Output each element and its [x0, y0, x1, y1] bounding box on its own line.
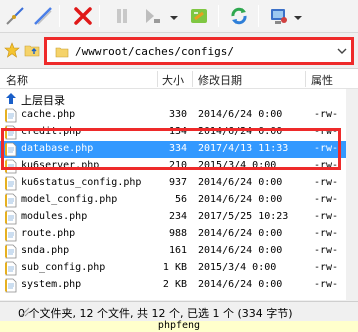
- file-size: 2 KB: [162, 279, 187, 290]
- file-name: ku6status_config.php: [21, 177, 142, 188]
- file-name: credit.php: [21, 126, 82, 137]
- file-size: 937: [168, 177, 187, 188]
- column-header-attributes[interactable]: 属性: [311, 72, 333, 88]
- file-modified-date: 2017/4/13 11:33: [198, 143, 289, 154]
- column-header-size[interactable]: 大小: [162, 72, 184, 88]
- file-name: snda.php: [21, 245, 70, 256]
- chevron-down-icon[interactable]: [170, 12, 178, 20]
- file-name: database.php: [21, 143, 94, 154]
- file-name: ku6server.php: [21, 160, 100, 171]
- file-name: route.php: [21, 228, 76, 239]
- file-name: modules.php: [21, 211, 88, 222]
- file-attributes: -rw-: [314, 245, 339, 256]
- toolbar: [0, 0, 358, 33]
- file-size: 234: [168, 211, 187, 222]
- file-name: 上层目录: [21, 94, 65, 107]
- file-name: system.php: [21, 279, 82, 290]
- footer-text: phpfeng: [157, 320, 201, 331]
- file-attributes: -rw-: [314, 228, 339, 239]
- list-header: 名称 大小 修改日期 属性: [0, 69, 358, 89]
- file-name: cache.php: [21, 109, 76, 120]
- vertical-scrollbar[interactable]: [346, 89, 358, 301]
- file-attributes: -rw-: [314, 126, 339, 137]
- file-row[interactable]: cache.php 330 2014/6/24 0:00 -rw-: [0, 107, 358, 124]
- file-modified-date: 2014/6/24 0:00: [198, 126, 283, 137]
- file-size: 56: [174, 194, 187, 205]
- file-attributes: -rw-: [314, 262, 339, 273]
- file-row[interactable]: route.php 988 2014/6/24 0:00 -rw-: [0, 226, 358, 243]
- connect-icon[interactable]: [30, 3, 56, 29]
- chevron-down-icon[interactable]: [337, 46, 347, 59]
- file-name: model_config.php: [21, 194, 118, 205]
- chevron-down-icon[interactable]: [294, 12, 302, 20]
- file-attributes: -rw-: [314, 194, 339, 205]
- file-attributes: -rw-: [314, 177, 339, 188]
- column-header-date[interactable]: 修改日期: [198, 72, 242, 88]
- folder-icon: [55, 45, 69, 62]
- file-attributes: -rw-: [314, 143, 339, 154]
- reload-icon[interactable]: [186, 3, 212, 29]
- disconnect-icon[interactable]: [2, 3, 28, 29]
- parent-directory-row[interactable]: 上层目录: [0, 90, 358, 107]
- file-list: 名称 大小 修改日期 属性 上层目录 cache.php 330 2014/6/24 …: [0, 68, 358, 301]
- file-modified-date: 2014/6/24 0:00: [198, 109, 283, 120]
- address-path-input[interactable]: [75, 44, 325, 59]
- footer-banner: phpfeng: [0, 320, 358, 332]
- resize-grip-icon[interactable]: [18, 305, 356, 320]
- file-modified-date: 2014/6/24 0:00: [198, 279, 283, 290]
- file-size: 161: [168, 245, 187, 256]
- file-attributes: -rw-: [314, 279, 339, 290]
- file-size: 988: [168, 228, 187, 239]
- file-row[interactable]: model_config.php 56 2014/6/24 0:00 -rw-: [0, 192, 358, 209]
- file-modified-date: 2014/6/24 0:00: [198, 177, 283, 188]
- file-name: sub_config.php: [21, 262, 106, 273]
- file-modified-date: 2015/3/4 0:00: [198, 160, 277, 171]
- file-modified-date: 2017/5/25 10:23: [198, 211, 289, 222]
- file-size: 210: [168, 160, 187, 171]
- pause-icon[interactable]: [109, 3, 135, 29]
- file-modified-date: 2014/6/24 0:00: [198, 194, 283, 205]
- file-row[interactable]: credit.php 134 2014/6/24 0:00 -rw-: [0, 124, 358, 141]
- file-row[interactable]: system.php 2 KB 2014/6/24 0:00 -rw-: [0, 277, 358, 294]
- stop-icon[interactable]: [70, 3, 96, 29]
- refresh-icon[interactable]: [226, 3, 252, 29]
- address-bar-row: [0, 34, 358, 66]
- transfer-icon[interactable]: [139, 3, 165, 29]
- file-attributes: -rw-: [314, 109, 339, 120]
- column-header-name[interactable]: 名称: [6, 72, 28, 88]
- file-row[interactable]: ku6server.php 210 2015/3/4 0:00 -rw-: [0, 158, 358, 175]
- file-attributes: -rw-: [314, 160, 339, 171]
- php-file-icon: [4, 278, 18, 296]
- file-row[interactable]: ku6status_config.php 937 2014/6/24 0:00 -rw…: [0, 175, 358, 192]
- file-row[interactable]: sub_config.php 1 KB 2015/3/4 0:00 -rw-: [0, 260, 358, 277]
- file-attributes: -rw-: [314, 211, 339, 222]
- status-bar: 0 个文件夹, 12 个文件, 共 12 个, 已选 1 个 (334 字节): [0, 301, 358, 321]
- file-row[interactable]: modules.php 234 2017/5/25 10:23 -rw-: [0, 209, 358, 226]
- favorites-star-icon[interactable]: [4, 42, 20, 61]
- file-size: 1 KB: [162, 262, 187, 273]
- file-size: 134: [168, 126, 187, 137]
- file-row[interactable]: snda.php 161 2014/6/24 0:00 -rw-: [0, 243, 358, 260]
- site-manager-icon[interactable]: [266, 3, 292, 29]
- file-size: 330: [168, 109, 187, 120]
- file-modified-date: 2015/3/4 0:00: [198, 262, 277, 273]
- file-modified-date: 2014/6/24 0:00: [198, 245, 283, 256]
- file-row[interactable]: database.php 334 2017/4/13 11:33 -rw-: [0, 141, 358, 158]
- folder-up-icon[interactable]: [24, 42, 40, 61]
- file-modified-date: 2014/6/24 0:00: [198, 228, 283, 239]
- file-size: 334: [168, 143, 187, 154]
- address-path-field[interactable]: [44, 37, 354, 65]
